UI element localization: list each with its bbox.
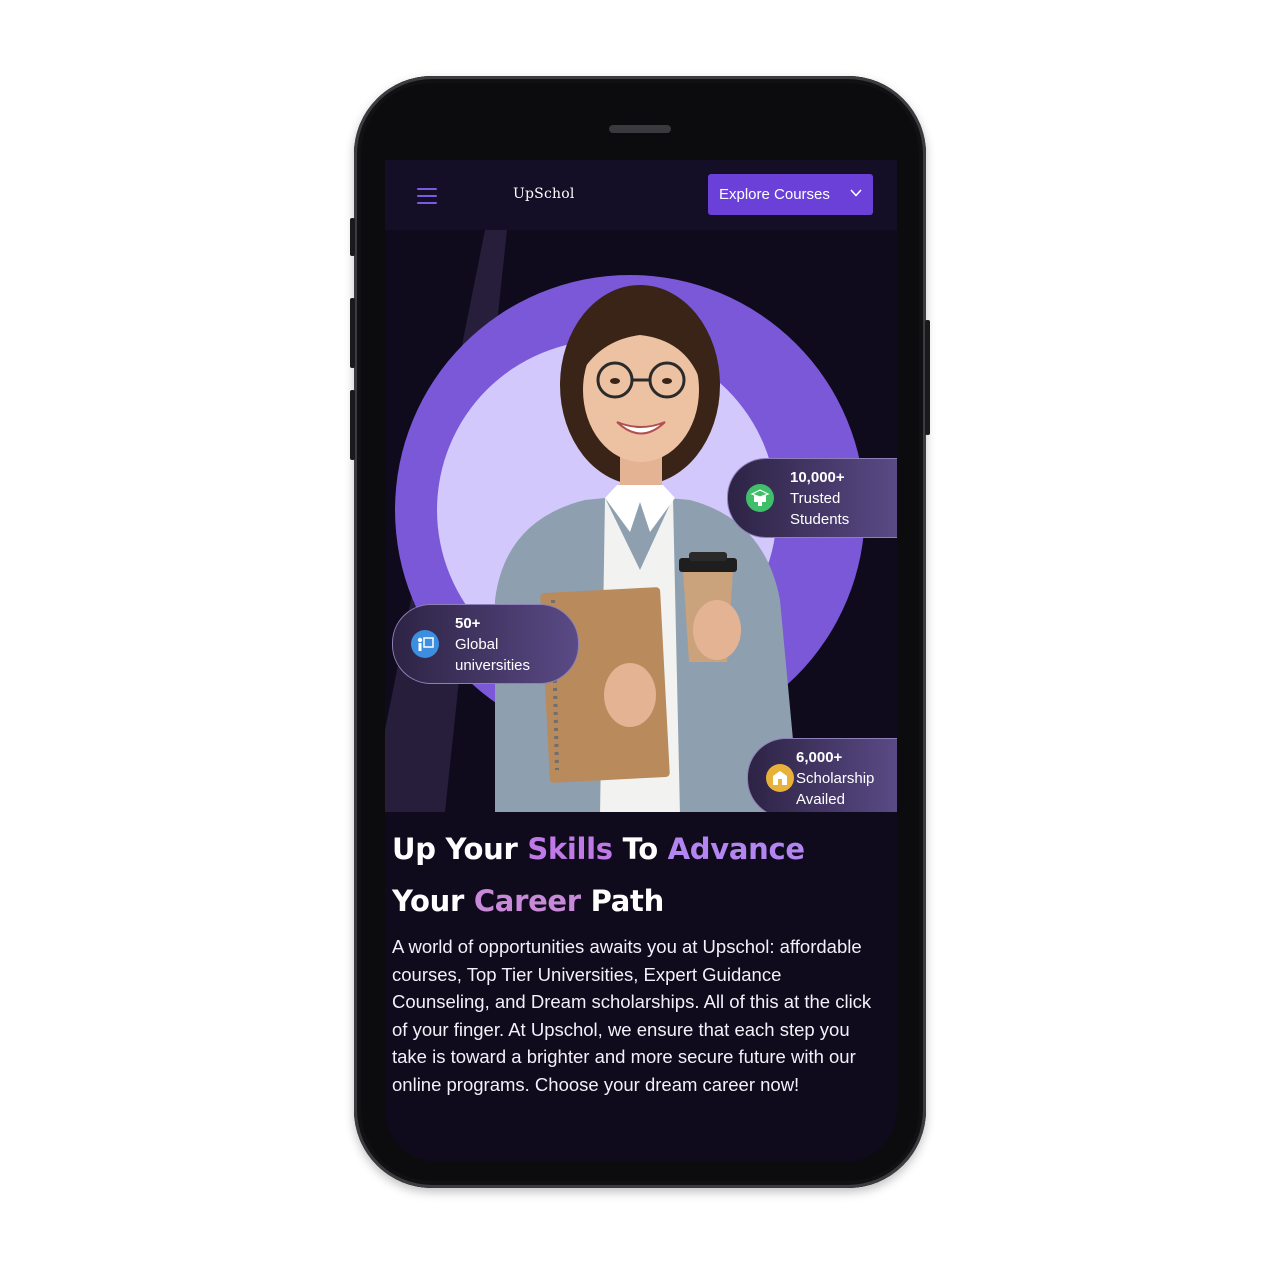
students-stat-text: 10,000+ Trusted Students: [790, 467, 849, 530]
hero-section: 10,000+ Trusted Students 50+ Global univ…: [385, 230, 897, 812]
universities-count: 50+: [455, 615, 481, 632]
universities-label-1: Global: [455, 636, 499, 653]
universities-stat-badge: 50+ Global universities: [392, 604, 579, 684]
headline-line-1: Up Your Skills To Advance: [392, 823, 892, 875]
scholarship-stat-text: 6,000+ Scholarship Availed: [796, 747, 874, 810]
scholarship-stat-badge: 6,000+ Scholarship Availed: [747, 738, 897, 812]
brand-logo[interactable]: UpSchol: [513, 186, 575, 202]
hamburger-menu-icon[interactable]: [417, 188, 437, 204]
explore-courses-label: Explore Courses: [719, 186, 830, 203]
student-photo: [495, 285, 800, 812]
graduation-icon: [746, 484, 774, 512]
students-count: 10,000+: [790, 469, 845, 486]
headline-text: To: [612, 832, 668, 866]
headline-highlight-skills: Skills: [527, 832, 613, 866]
school-icon: [766, 764, 794, 792]
presentation-icon: [411, 630, 439, 658]
top-navbar: UpSchol Explore Courses: [385, 160, 897, 231]
students-label-1: Trusted: [790, 490, 841, 507]
phone-power-button: [925, 320, 930, 435]
headline-highlight-advance: Advance: [667, 832, 805, 866]
headline-highlight-career: Career: [473, 884, 581, 918]
explore-courses-button[interactable]: Explore Courses: [708, 174, 873, 215]
scholarship-label-2: Availed: [796, 791, 845, 808]
phone-side-button: [350, 218, 355, 256]
chevron-down-icon: [850, 189, 862, 197]
phone-speaker: [609, 125, 671, 133]
phone-volume-down: [350, 390, 355, 460]
scholarship-label-1: Scholarship: [796, 770, 875, 787]
headline-text: Up Your: [392, 832, 528, 866]
hero-headline: Up Your Skills To Advance Your Career Pa…: [392, 823, 892, 927]
hero-description: A world of opportunities awaits you at U…: [392, 936, 872, 1095]
students-stat-badge: 10,000+ Trusted Students: [727, 458, 897, 538]
students-label-2: Students: [790, 511, 850, 528]
scholarship-count: 6,000+: [796, 749, 843, 766]
headline-text: Path: [580, 884, 665, 918]
headline-text: Your: [392, 884, 474, 918]
headline-line-2: Your Career Path: [392, 875, 892, 927]
universities-stat-text: 50+ Global universities: [455, 613, 530, 676]
universities-label-2: universities: [455, 657, 531, 674]
phone-volume-up: [350, 298, 355, 368]
phone-screen: UpSchol Explore Courses 10,000+ Trusted …: [385, 105, 897, 1162]
